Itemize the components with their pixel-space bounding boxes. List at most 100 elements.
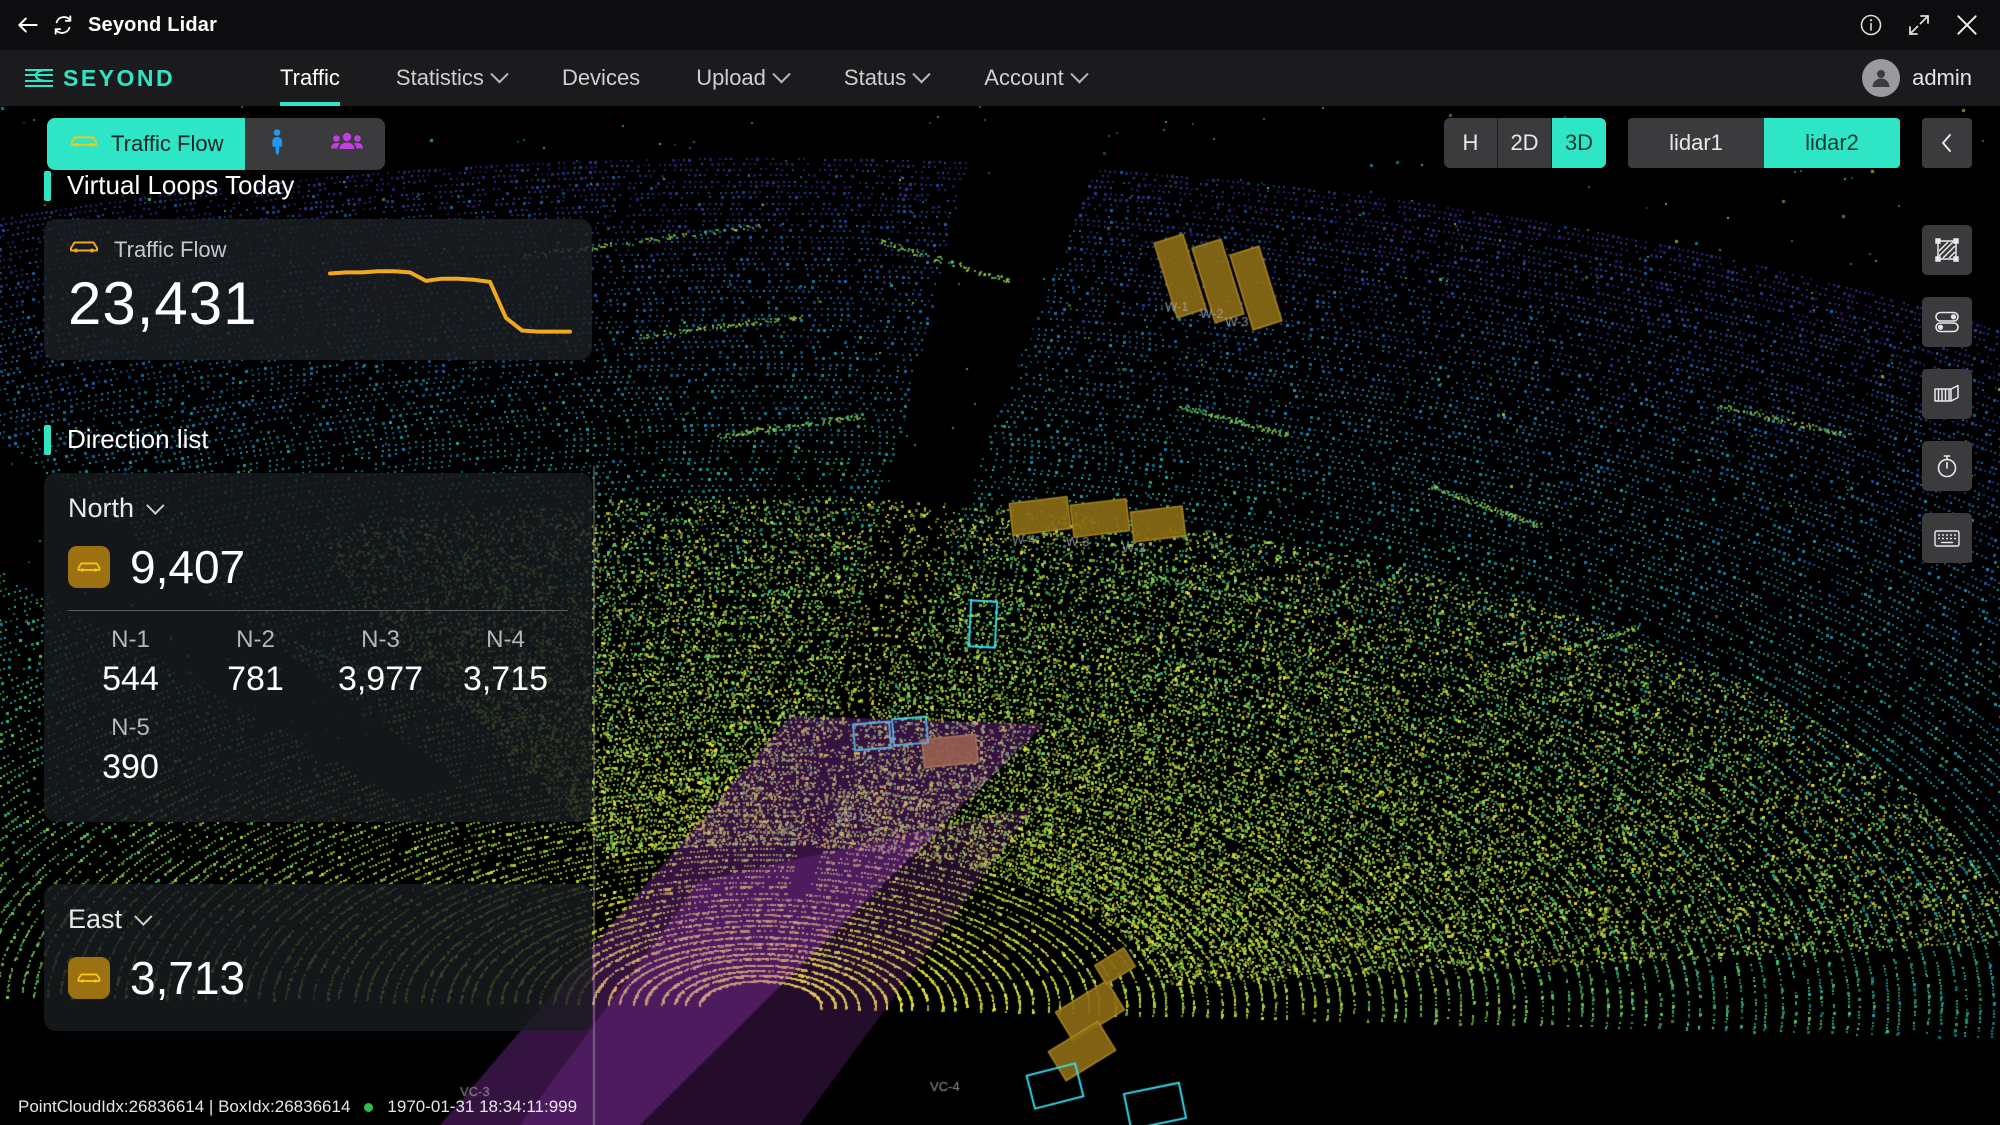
virtual-loops-title: Virtual Loops Today xyxy=(67,170,295,200)
region-hatched-icon[interactable] xyxy=(1922,225,1972,275)
car-icon xyxy=(69,132,99,157)
mode-traffic-flow-label: Traffic Flow xyxy=(111,131,224,156)
nav-item-status[interactable]: Status xyxy=(816,50,956,106)
nav-items: Traffic Statistics Devices Upload Status… xyxy=(252,50,1114,106)
left-panel: Virtual Loops Today Traffic Flow 23,431 … xyxy=(0,106,600,1032)
direction-east-header[interactable]: East xyxy=(68,904,568,935)
collapse-panel-button[interactable] xyxy=(1922,118,1972,168)
nav-label-statistics: Statistics xyxy=(395,65,484,90)
lane-item: N-3 3,977 xyxy=(318,621,443,701)
chevron-down-icon xyxy=(1070,64,1089,83)
direction-list-title: Direction list xyxy=(67,424,209,454)
lane-value: 3,715 xyxy=(462,660,549,699)
lane-label: N-4 xyxy=(486,626,525,653)
chevron-down-icon[interactable] xyxy=(134,907,153,927)
view-mode-3d[interactable]: 3D xyxy=(1552,118,1606,168)
chevron-down-icon xyxy=(490,64,509,83)
mode-crowd[interactable] xyxy=(309,118,385,170)
lane-value: 3,977 xyxy=(337,660,424,699)
direction-north-total: 9,407 xyxy=(130,541,246,593)
status-dot-icon xyxy=(364,1102,374,1112)
nav-label-upload: Upload xyxy=(696,65,766,90)
car-icon xyxy=(68,546,110,588)
chevron-down-icon[interactable] xyxy=(146,496,165,515)
traffic-flow-sparkline xyxy=(328,269,572,334)
mode-traffic-flow[interactable]: Traffic Flow xyxy=(47,118,246,170)
refresh-icon[interactable] xyxy=(46,7,80,43)
view-mode-toggle: H 2D 3D xyxy=(1444,118,1606,168)
nav-item-traffic[interactable]: Traffic xyxy=(252,50,368,106)
nav-item-upload[interactable]: Upload xyxy=(668,50,816,106)
direction-north-name: North xyxy=(68,493,135,523)
traffic-flow-card[interactable]: Traffic Flow 23,431 xyxy=(44,219,592,360)
main-nav: SEYOND Traffic Statistics Devices Upload… xyxy=(0,50,2000,106)
app-root: Seyond Lidar SEYOND Traffic Statistics D… xyxy=(0,0,2000,1125)
view-controls: H 2D 3D lidar1 lidar2 xyxy=(1444,118,2000,168)
car-icon xyxy=(68,237,100,263)
lane-label: N-5 xyxy=(111,713,150,741)
app-title: Seyond Lidar xyxy=(88,13,218,36)
nav-label-status: Status xyxy=(843,65,907,90)
user-avatar-icon xyxy=(1862,59,1901,97)
nav-label-devices: Devices xyxy=(561,65,641,90)
lane-item: N-2 781 xyxy=(193,621,318,701)
heading-accent-bar xyxy=(44,424,51,455)
toggles-icon[interactable] xyxy=(1922,297,1972,347)
nav-item-devices[interactable]: Devices xyxy=(534,50,668,106)
brand-logo[interactable]: SEYOND xyxy=(22,64,252,92)
direction-card-east[interactable]: East 3,713 xyxy=(44,884,592,1032)
info-circle-icon[interactable] xyxy=(1856,10,1886,40)
status-indices: PointCloudIdx:26836614 | BoxIdx:26836614 xyxy=(18,1097,351,1116)
chevron-down-icon xyxy=(772,64,791,83)
user-menu[interactable]: admin xyxy=(1862,59,2000,97)
view-mode-h[interactable]: H xyxy=(1444,118,1498,168)
direction-north-total-row: 9,407 xyxy=(68,540,568,594)
mode-pedestrian[interactable] xyxy=(245,118,309,170)
window-controls xyxy=(1856,10,2000,40)
divider xyxy=(68,610,568,611)
crowd-icon xyxy=(331,131,364,158)
car-icon xyxy=(68,957,110,1000)
lane-item: N-5 390 xyxy=(68,709,193,789)
keyboard-icon[interactable] xyxy=(1922,513,1972,563)
lane-label: N-3 xyxy=(361,626,400,653)
nav-item-account[interactable]: Account xyxy=(956,50,1114,106)
view-mode-2d[interactable]: 2D xyxy=(1498,118,1552,168)
user-name: admin xyxy=(1912,65,1972,90)
status-bar: PointCloudIdx:26836614 | BoxIdx:26836614… xyxy=(0,1089,2000,1125)
direction-north-lanes: N-1 544 N-2 781 N-3 3,977 N-4 3,715 N-5 xyxy=(68,621,568,796)
direction-east-total: 3,713 xyxy=(130,952,246,1005)
direction-east-total-row: 3,713 xyxy=(68,951,568,1005)
direction-east-name: East xyxy=(68,904,123,935)
lidar1-button[interactable]: lidar1 xyxy=(1628,118,1764,168)
lane-value: 390 xyxy=(102,747,159,786)
lidar2-button[interactable]: lidar2 xyxy=(1764,118,1900,168)
mode-toggle: Traffic Flow xyxy=(47,118,386,170)
heading-accent-bar xyxy=(44,170,51,201)
lane-label: N-2 xyxy=(236,626,275,653)
fullscreen-icon[interactable] xyxy=(1904,10,1934,40)
brand-name: SEYOND xyxy=(63,64,176,91)
status-timestamp: 1970-01-31 18:34:11:999 xyxy=(387,1097,578,1116)
lane-label: N-1 xyxy=(111,626,150,653)
back-icon[interactable] xyxy=(10,7,46,43)
lane-item: N-1 544 xyxy=(68,621,193,701)
pedestrian-icon xyxy=(267,128,287,160)
box-3d-icon[interactable] xyxy=(1922,369,1972,419)
direction-north-header[interactable]: North xyxy=(68,493,568,524)
stopwatch-icon[interactable] xyxy=(1922,441,1972,491)
tool-rail xyxy=(1922,225,1972,563)
direction-card-north[interactable]: North 9,407 N-1 544 N-2 781 N-3 3,977 N-… xyxy=(44,473,592,823)
nav-label-traffic: Traffic xyxy=(280,65,340,90)
nav-item-statistics[interactable]: Statistics xyxy=(368,50,534,106)
traffic-flow-label: Traffic Flow xyxy=(114,237,227,262)
nav-label-account: Account xyxy=(984,65,1064,90)
virtual-loops-heading: Virtual Loops Today xyxy=(44,170,600,201)
lane-value: 781 xyxy=(227,660,284,699)
chevron-down-icon xyxy=(912,64,931,83)
lidar-selector: lidar1 lidar2 xyxy=(1628,118,1900,168)
title-bar: Seyond Lidar xyxy=(0,0,2000,50)
direction-list-heading: Direction list xyxy=(44,424,600,455)
close-icon[interactable] xyxy=(1952,10,1982,40)
lane-item: N-4 3,715 xyxy=(443,621,568,701)
